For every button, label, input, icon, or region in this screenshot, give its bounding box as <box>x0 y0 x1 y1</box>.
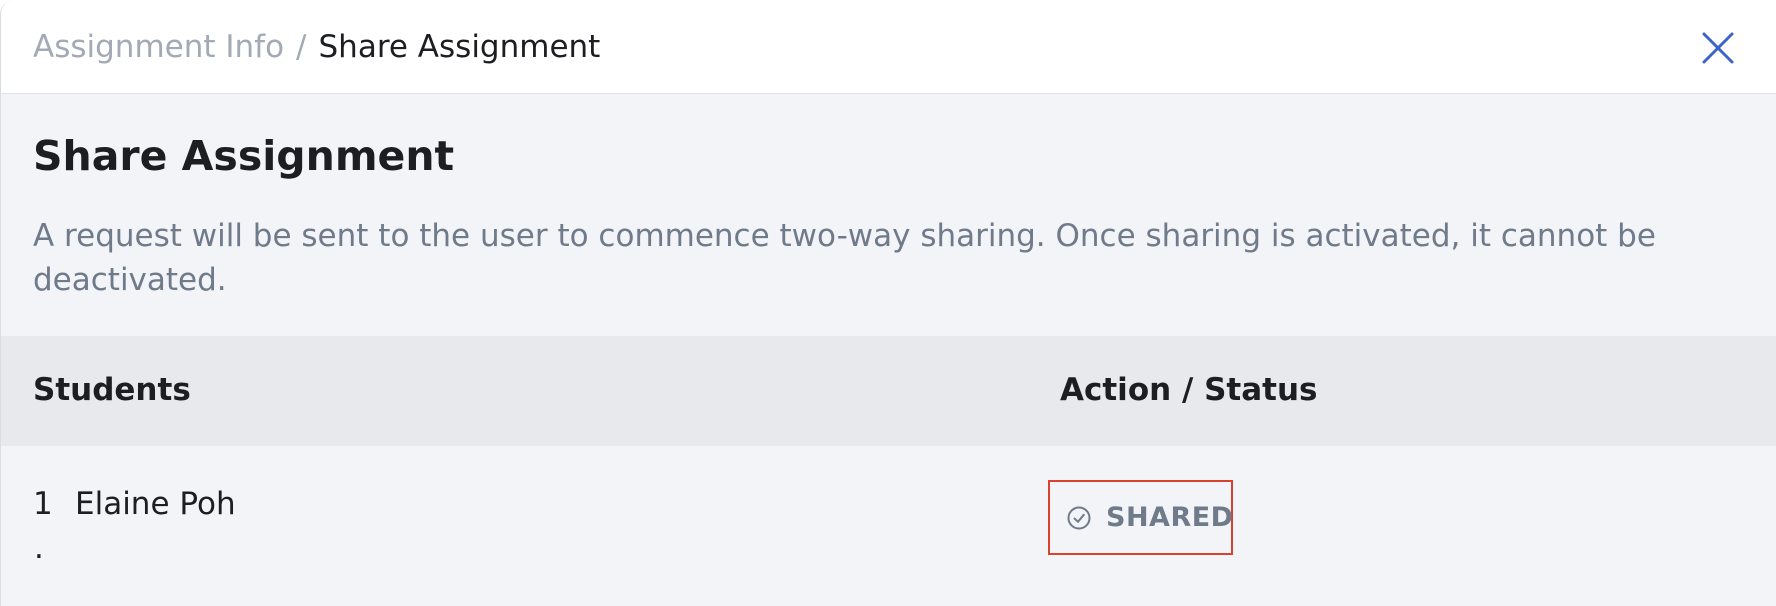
column-header-students: Students <box>33 372 191 408</box>
dialog-header: Assignment Info / Share Assignment <box>1 0 1776 94</box>
student-name: Elaine Poh <box>75 486 236 522</box>
breadcrumb: Assignment Info / Share Assignment <box>33 26 600 68</box>
breadcrumb-current: Share Assignment <box>318 29 601 65</box>
breadcrumb-assignment-info-link[interactable]: Assignment Info <box>33 29 284 65</box>
status-badge[interactable]: SHARED <box>1048 480 1233 555</box>
close-button[interactable] <box>1698 28 1738 68</box>
status-label: SHARED <box>1106 502 1234 533</box>
student-extra-text: . <box>34 530 44 566</box>
students-table-header: Students Action / Status <box>1 336 1776 446</box>
breadcrumb-separator: / <box>296 29 307 65</box>
check-circle-icon <box>1067 506 1091 529</box>
share-assignment-dialog: Assignment Info / Share Assignment Share A… <box>0 0 1776 606</box>
page-description: A request will be sent to the user to co… <box>33 218 1656 298</box>
row-number: 1 <box>33 486 53 522</box>
table-row: 1 Elaine Poh . <box>1 446 1776 606</box>
column-header-action-status: Action / Status <box>1060 372 1318 408</box>
page-title: Share Assignment <box>33 132 455 180</box>
close-icon <box>1702 32 1734 64</box>
